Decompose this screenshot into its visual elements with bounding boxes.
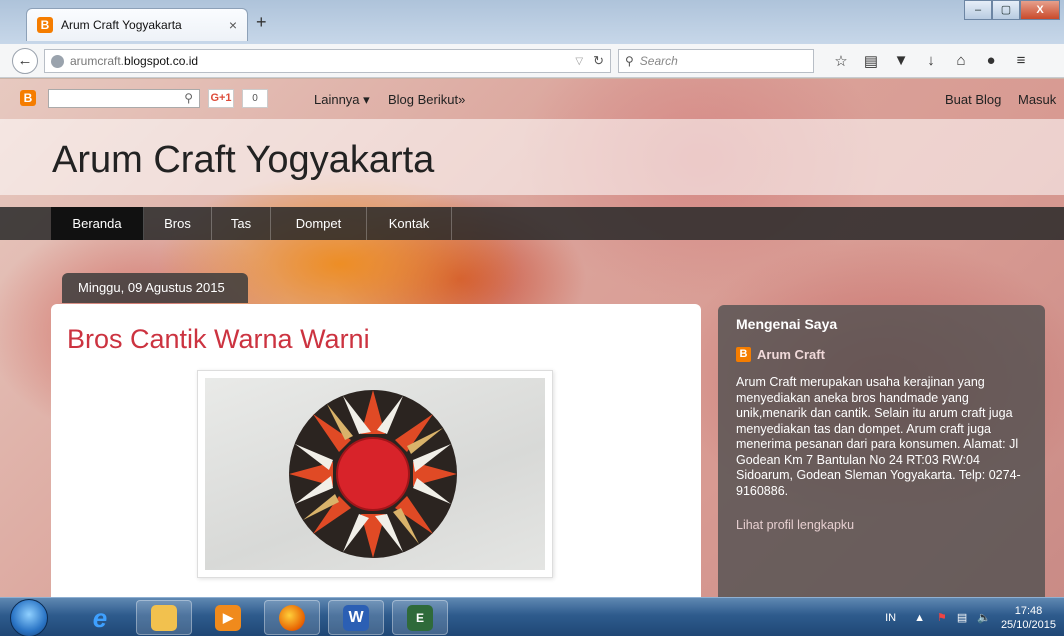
- show-hidden-icons-icon[interactable]: ▲: [914, 612, 925, 624]
- post-card: Bros Cantik Warna Warni: [51, 304, 701, 597]
- globe-icon: [51, 54, 64, 68]
- chat-icon[interactable]: ●: [976, 52, 1006, 70]
- new-tab-button[interactable]: +: [256, 12, 267, 33]
- address-bar[interactable]: arumcraft.blogspot.co.id ▽ ↻: [44, 49, 611, 73]
- more-menu[interactable]: Lainnya ▾: [314, 92, 370, 108]
- tab-bros[interactable]: Bros: [144, 207, 212, 240]
- file-explorer-icon: [151, 604, 177, 631]
- maximize-button[interactable]: ▢: [992, 0, 1020, 20]
- blogger-logo-icon[interactable]: B: [20, 90, 36, 106]
- internet-explorer-icon: e: [92, 602, 108, 633]
- about-me-widget: Mengenai Saya B Arum Craft Arum Craft me…: [718, 305, 1045, 597]
- toolbar-icons: ☆ ▤ ▼ ↓ ⌂ ● ≡: [826, 52, 1036, 70]
- blogger-profile-icon: B: [736, 347, 751, 362]
- menu-icon[interactable]: ≡: [1006, 52, 1036, 70]
- media-player-icon: ▶: [215, 604, 241, 631]
- taskbar-explorer[interactable]: [136, 600, 192, 635]
- brooch-photo: [205, 378, 545, 570]
- dropdown-arrow-icon[interactable]: ▽: [575, 56, 583, 67]
- search-input[interactable]: ⚲ Search: [618, 49, 814, 73]
- tab-close-icon[interactable]: ×: [229, 17, 237, 33]
- back-arrow-icon: ←: [17, 52, 33, 69]
- language-indicator[interactable]: IN: [885, 612, 896, 624]
- gplus-count: 0: [242, 89, 268, 108]
- system-tray: IN ▲ ⚑ ▤ 🔈 17:48 25/10/2015: [885, 598, 1064, 636]
- clock-date: 25/10/2015: [1000, 618, 1056, 631]
- tab-tas[interactable]: Tas: [212, 207, 271, 240]
- blog-title[interactable]: Arum Craft Yogyakarta: [52, 139, 434, 182]
- brooch-image-icon: [289, 390, 457, 558]
- profile-description: Arum Craft merupakan usaha kerajinan yan…: [736, 375, 1021, 498]
- browser-navbar: ← arumcraft.blogspot.co.id ▽ ↻ ⚲ Search …: [0, 44, 1064, 78]
- browser-tab[interactable]: B Arum Craft Yogyakarta ×: [26, 8, 248, 41]
- profile-name[interactable]: Arum Craft: [757, 347, 825, 362]
- word-icon: W: [343, 604, 369, 631]
- url-text: arumcraft.blogspot.co.id: [70, 54, 199, 68]
- reading-list-icon[interactable]: ▤: [856, 52, 886, 70]
- blogger-navbar: B ⚲ G+1 0 Lainnya ▾ Blog Berikut» Buat B…: [0, 79, 1064, 113]
- firefox-icon: [279, 604, 305, 631]
- tab-home[interactable]: Beranda: [51, 207, 144, 240]
- clock[interactable]: 17:48 25/10/2015: [1001, 604, 1056, 632]
- pocket-icon[interactable]: ▼: [886, 52, 916, 70]
- next-blog-link[interactable]: Blog Berikut»: [388, 92, 465, 107]
- taskbar-word[interactable]: W: [328, 600, 384, 635]
- bookmark-star-icon[interactable]: ☆: [826, 52, 856, 70]
- post-date: Minggu, 09 Agustus 2015: [62, 273, 248, 303]
- taskbar-media[interactable]: ▶: [200, 600, 256, 635]
- download-icon[interactable]: ↓: [916, 52, 946, 70]
- reload-icon[interactable]: ↻: [593, 53, 604, 69]
- tab-dompet[interactable]: Dompet: [271, 207, 367, 240]
- close-window-button[interactable]: X: [1020, 0, 1060, 20]
- search-placeholder: Search: [639, 54, 678, 68]
- clock-time: 17:48: [1014, 604, 1043, 617]
- tab-kontak[interactable]: Kontak: [367, 207, 452, 240]
- profile-link[interactable]: B Arum Craft: [736, 347, 825, 362]
- browser-titlebar: B Arum Craft Yogyakarta × + – ▢ X: [0, 0, 1064, 44]
- home-icon[interactable]: ⌂: [946, 52, 976, 70]
- network-icon[interactable]: ▤: [957, 611, 967, 624]
- minimize-button[interactable]: –: [964, 0, 992, 20]
- search-icon: ⚲: [625, 54, 634, 68]
- windows-taskbar: e ▶ W E IN ▲ ⚑ ▤ 🔈 17:48 25/10/2015: [0, 597, 1064, 636]
- gplus-button[interactable]: G+1: [208, 89, 234, 108]
- blog-search-input[interactable]: ⚲: [48, 89, 200, 108]
- blog-page: B ⚲ G+1 0 Lainnya ▾ Blog Berikut» Buat B…: [0, 79, 1064, 597]
- window-controls: – ▢ X: [964, 0, 1060, 20]
- create-blog-link[interactable]: Buat Blog: [945, 92, 1001, 107]
- search-icon[interactable]: ⚲: [184, 91, 193, 105]
- taskbar-ie[interactable]: e: [72, 600, 128, 635]
- tab-title: Arum Craft Yogyakarta: [61, 18, 182, 32]
- post-title[interactable]: Bros Cantik Warna Warni: [67, 324, 370, 355]
- taskbar-firefox[interactable]: [264, 600, 320, 635]
- blogger-favicon-icon: B: [37, 17, 53, 33]
- post-image[interactable]: [197, 370, 553, 578]
- volume-icon[interactable]: 🔈: [977, 611, 991, 624]
- start-button[interactable]: [10, 599, 48, 636]
- action-center-flag-icon[interactable]: ⚑: [937, 611, 947, 624]
- view-full-profile-link[interactable]: Lihat profil lengkapku: [736, 518, 854, 532]
- esia-icon: E: [407, 604, 433, 631]
- taskbar-esia[interactable]: E: [392, 600, 448, 635]
- sign-in-link[interactable]: Masuk: [1018, 92, 1056, 107]
- back-button[interactable]: ←: [12, 48, 38, 74]
- widget-title: Mengenai Saya: [736, 316, 838, 332]
